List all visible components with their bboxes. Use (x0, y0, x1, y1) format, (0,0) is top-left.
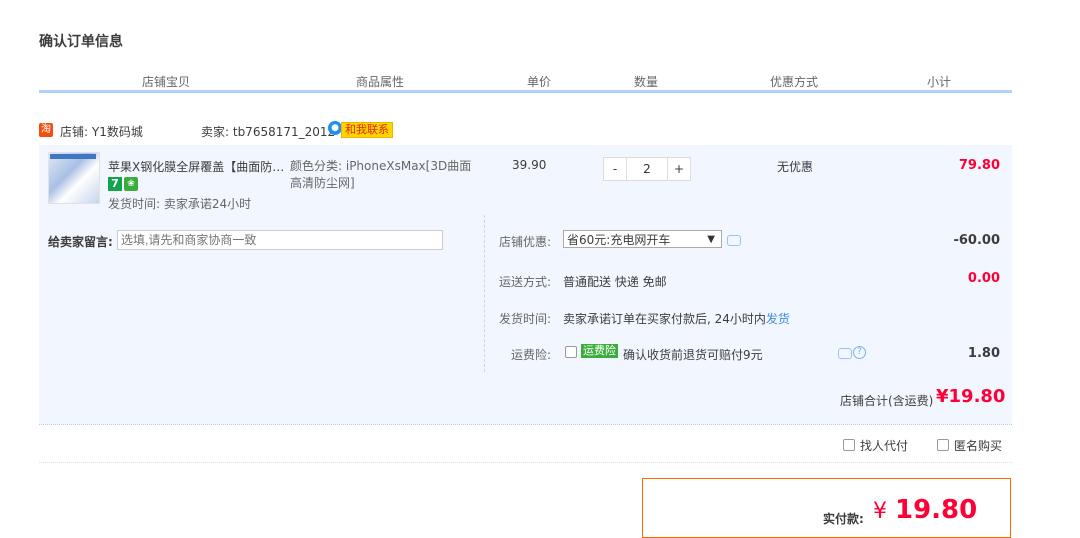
leaf-icon[interactable]: ❀ (124, 177, 138, 191)
item-subtotal: 79.80 (958, 158, 1000, 173)
seller-name[interactable]: 卖家: tb7658171_2012 (201, 123, 335, 140)
insurance-text: 确认收货前退货可赔付9元 (623, 348, 763, 362)
wangwang-chat-icon[interactable]: ● (328, 121, 342, 135)
anonymous-label[interactable]: 匿名购买 (954, 437, 1002, 454)
payment-currency: ¥ (873, 499, 887, 524)
product-title-link[interactable]: 苹果X钢化膜全屏覆盖【曲面防尘网】 (108, 158, 286, 175)
comment-icon[interactable] (838, 348, 852, 359)
shop-promo-amount: -60.00 (953, 233, 1000, 248)
product-thumbnail[interactable] (48, 152, 100, 204)
col-header-promo: 优惠方式 (770, 75, 819, 89)
header-divider (39, 90, 1012, 93)
qty-increment-button[interactable]: + (667, 158, 690, 180)
message-to-seller-input[interactable] (117, 230, 443, 250)
help-icon[interactable]: ? (853, 346, 866, 359)
contact-seller-button[interactable]: 和我联系 (341, 122, 393, 138)
unit-price: 39.90 (512, 158, 547, 172)
dropdown-arrow-icon: ▼ (707, 234, 715, 245)
comment-icon[interactable] (727, 235, 741, 246)
col-header-attr: 商品属性 (356, 75, 405, 89)
qty-input[interactable]: 2 (627, 158, 667, 180)
product-attributes: 颜色分类: iPhoneXsMax[3D曲面高清防尘网] (290, 159, 472, 190)
taobao-shop-icon: 淘 (39, 123, 53, 137)
product-ship-time: 发货时间: 卖家承诺24小时 (108, 197, 252, 211)
qty-decrement-button[interactable]: - (604, 158, 627, 180)
payment-summary-box: 实付款: ¥ 19.80 (642, 478, 1011, 538)
item-promo: 无优惠 (777, 160, 814, 174)
message-label: 给卖家留言: (48, 235, 113, 249)
col-header-price: 单价 (527, 75, 552, 89)
delivery-amount: 0.00 (967, 271, 1000, 286)
col-header-qty: 数量 (634, 75, 659, 89)
shop-name[interactable]: 店铺: Y1数码城 (60, 123, 143, 140)
shop-total-label: 店铺合计(含运费) (840, 394, 934, 408)
product-thumbnail-banner (50, 154, 96, 159)
payment-amount: 19.80 (895, 495, 978, 525)
insurance-amount: 1.80 (967, 346, 1000, 361)
options-divider (484, 215, 486, 372)
pay-for-me-checkbox[interactable] (843, 439, 855, 451)
shop-total-amount: ¥19.80 (936, 386, 1006, 407)
insurance-label: 运费险: (510, 348, 551, 362)
insurance-checkbox[interactable] (565, 346, 577, 358)
col-header-subtotal: 小计 (927, 75, 952, 89)
ship-time-link[interactable]: 发货 (766, 312, 790, 326)
payment-label: 实付款: (823, 512, 864, 526)
section-separator (39, 462, 1012, 463)
seven-day-return-icon[interactable]: 7 (108, 177, 122, 191)
insurance-badge: 运费险 (581, 344, 618, 358)
delivery-value: 普通配送 快递 免邮 (563, 275, 667, 289)
anonymous-checkbox[interactable] (937, 439, 949, 451)
ship-time-value: 卖家承诺订单在买家付款后, 24小时内发货 (563, 310, 790, 327)
shop-promo-label: 店铺优惠: (498, 235, 551, 249)
delivery-label: 运送方式: (498, 275, 551, 289)
shop-promo-value: 省60元:充电网开车 (567, 233, 671, 247)
shop-promo-select[interactable]: 省60元:充电网开车 ▼ (563, 230, 722, 248)
col-header-item: 店铺宝贝 (142, 75, 191, 89)
ship-time-label: 发货时间: (498, 312, 551, 326)
ship-time-text: 卖家承诺订单在买家付款后, 24小时内 (563, 312, 766, 326)
section-separator (39, 424, 1012, 425)
quantity-stepper: - 2 + (603, 157, 691, 181)
pay-for-me-label[interactable]: 找人代付 (860, 437, 908, 454)
page-title: 确认订单信息 (39, 34, 123, 50)
